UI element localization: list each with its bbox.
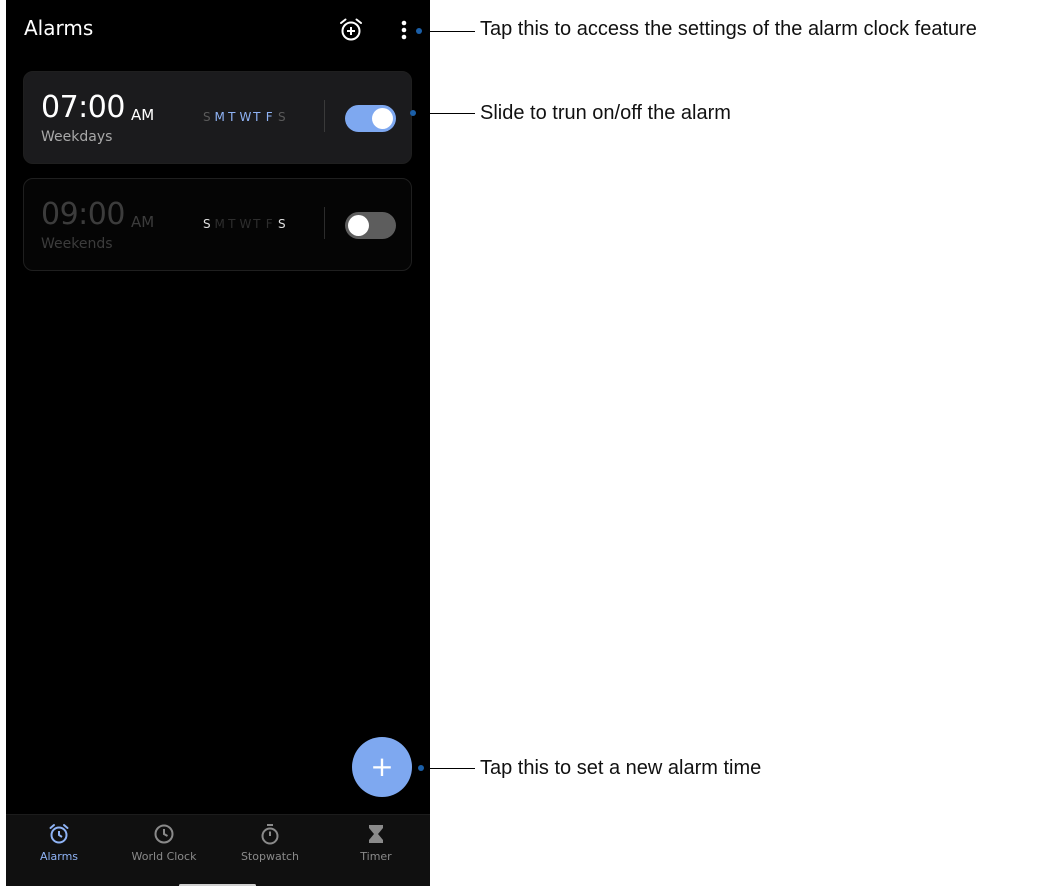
callout-settings: Tap this to access the settings of the a…: [480, 18, 977, 40]
nav-tab-timer[interactable]: Timer: [326, 823, 426, 875]
card-divider: [324, 100, 325, 132]
toggle-knob: [348, 215, 369, 236]
nav-tab-alarms[interactable]: Alarms: [9, 823, 109, 875]
alarm-app-screen: Alarms 07:00 AM Weekdays S M T W T F S 0…: [6, 0, 430, 886]
callout-line: [419, 31, 475, 32]
callout-line: [421, 768, 475, 769]
add-new-alarm-button[interactable]: +: [352, 737, 412, 797]
day-sunday: S: [202, 217, 211, 231]
alarm-label: Weekends: [41, 236, 113, 252]
alarm-toggle[interactable]: [345, 212, 396, 239]
bottom-navigation: Alarms World Clock Stopwatch Timer: [6, 814, 430, 886]
alarm-label: Weekdays: [41, 129, 113, 145]
nav-label: Alarms: [39, 850, 79, 863]
callout-dot: [418, 765, 424, 771]
nav-label: Stopwatch: [240, 850, 300, 863]
more-vert-icon: [401, 20, 407, 40]
stopwatch-icon: [261, 824, 279, 845]
alarm-card[interactable]: 07:00 AM Weekdays S M T W T F S: [23, 71, 412, 164]
alarm-time: 09:00: [41, 197, 125, 232]
callout-line: [413, 113, 475, 114]
callout-toggle: Slide to trun on/off the alarm: [480, 102, 731, 124]
nav-label: World Clock: [131, 850, 197, 863]
clock-icon: [154, 824, 174, 844]
callout-dot: [410, 110, 416, 116]
day-tuesday: T: [228, 217, 236, 231]
alarm-time: 07:00: [41, 90, 125, 125]
day-sunday: S: [202, 110, 211, 124]
alarm-card[interactable]: 09:00 AM Weekends S M T W T F S: [23, 178, 412, 271]
repeat-days: S M T W T F S: [202, 217, 287, 231]
card-divider: [324, 207, 325, 239]
day-monday: M: [214, 217, 225, 231]
alarm-clock-icon: [49, 824, 69, 844]
alarm-add-icon: [340, 18, 362, 41]
nav-tab-stopwatch[interactable]: Stopwatch: [220, 823, 320, 875]
nav-label: Timer: [360, 850, 392, 863]
toggle-knob: [372, 108, 393, 129]
callout-new-alarm: Tap this to set a new alarm time: [480, 757, 762, 779]
more-options-button[interactable]: [394, 17, 414, 43]
day-tuesday: T: [228, 110, 236, 124]
day-wednesday: W: [239, 110, 252, 124]
alarm-toggle[interactable]: [345, 105, 396, 132]
add-alarm-button[interactable]: [338, 17, 364, 43]
plus-icon: +: [370, 750, 394, 783]
nav-tab-world-clock[interactable]: World Clock: [114, 823, 214, 875]
day-monday: M: [214, 110, 225, 124]
day-saturday: S: [277, 110, 286, 124]
day-thursday: T: [253, 110, 261, 124]
day-friday: F: [265, 217, 273, 231]
page-title: Alarms: [24, 16, 94, 40]
day-saturday: S: [277, 217, 286, 231]
day-wednesday: W: [239, 217, 252, 231]
day-friday: F: [265, 110, 273, 124]
hourglass-icon: [369, 825, 383, 843]
alarm-period: AM: [131, 106, 155, 124]
repeat-days: S M T W T F S: [202, 110, 287, 124]
day-thursday: T: [253, 217, 261, 231]
alarm-period: AM: [131, 213, 155, 231]
callout-dot: [416, 28, 422, 34]
